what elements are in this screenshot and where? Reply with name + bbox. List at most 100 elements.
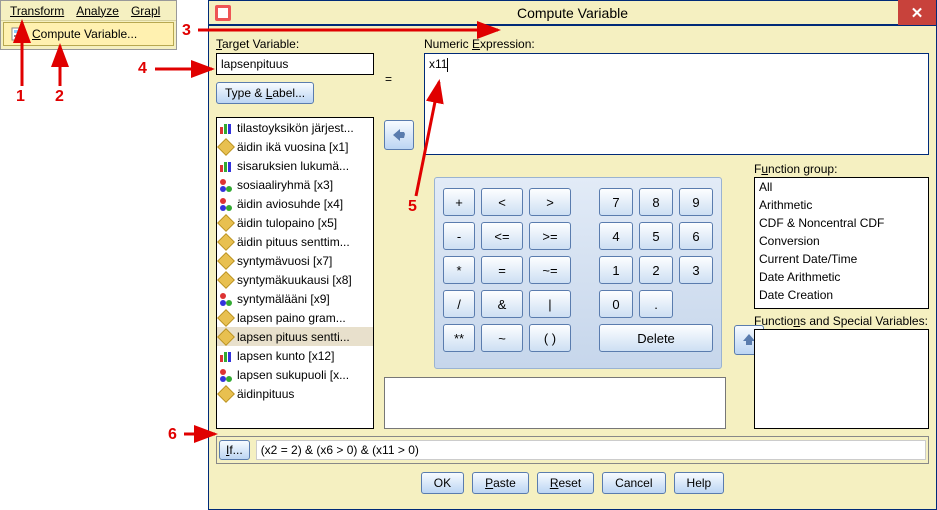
variable-label: sisaruksien lukumä...: [237, 159, 349, 173]
keypad--button[interactable]: |: [529, 290, 571, 318]
keypad-8-button[interactable]: 8: [639, 188, 673, 216]
keypad--button[interactable]: /: [443, 290, 475, 318]
keypad-6-button[interactable]: 6: [679, 222, 713, 250]
functions-special-list[interactable]: [754, 329, 929, 429]
keypad-panel: +<>789 -<=>= 456 *=~= 123 /&| 0. **~( ) Delete: [434, 177, 722, 369]
variable-item[interactable]: äidin pituus senttim...: [217, 232, 373, 251]
variable-item[interactable]: lapsen kunto [x12]: [217, 346, 373, 365]
variable-label: lapsen paino gram...: [237, 311, 346, 325]
menu-analyze[interactable]: Analyze: [70, 2, 125, 20]
keypad-9-button[interactable]: 9: [679, 188, 713, 216]
ok-button[interactable]: OK: [421, 472, 464, 494]
function-group-item[interactable]: CDF & Noncentral CDF: [755, 214, 928, 232]
function-group-item[interactable]: Date Creation: [755, 286, 928, 304]
ruler-icon: [217, 271, 235, 289]
keypad--button[interactable]: <=: [481, 222, 523, 250]
ruler-icon: [217, 385, 235, 403]
annotation-6: 6: [168, 426, 177, 444]
function-group-list[interactable]: AllArithmeticCDF & Noncentral CDFConvers…: [754, 177, 929, 309]
variable-item[interactable]: sosiaaliryhmä [x3]: [217, 175, 373, 194]
annotation-3: 3: [182, 22, 191, 40]
variable-item[interactable]: äidin tulopaino [x5]: [217, 213, 373, 232]
variable-item[interactable]: sisaruksien lukumä...: [217, 156, 373, 175]
menu-transform[interactable]: Transform: [4, 2, 70, 20]
move-variable-button[interactable]: [384, 120, 414, 150]
bars-icon: [219, 349, 233, 363]
dialog-icon: [215, 5, 231, 21]
functions-special-label: Functions and Special Variables:: [754, 314, 929, 328]
main-menu-fragment: Transform Analyze Grapl Compute Variable…: [0, 0, 177, 50]
variable-item[interactable]: syntymäkuukausi [x8]: [217, 270, 373, 289]
paste-button[interactable]: Paste: [472, 472, 529, 494]
variable-label: lapsen kunto [x12]: [237, 349, 334, 363]
help-button[interactable]: Help: [674, 472, 725, 494]
variable-item[interactable]: lapsen sukupuoli [x...: [217, 365, 373, 384]
variable-item[interactable]: tilastoyksikön järjest...: [217, 118, 373, 137]
menu-bar: Transform Analyze Grapl: [1, 1, 176, 21]
function-group-item[interactable]: Conversion: [755, 232, 928, 250]
keypad-0-button[interactable]: 0: [599, 290, 633, 318]
if-condition-display: (x2 = 2) & (x6 > 0) & (x11 > 0): [256, 440, 926, 460]
if-button[interactable]: If...: [219, 440, 250, 460]
dialog-buttons: OK Paste Reset Cancel Help: [216, 472, 929, 498]
variable-list[interactable]: tilastoyksikön järjest...äidin ikä vuosi…: [216, 117, 374, 429]
keypad-4-button[interactable]: 4: [599, 222, 633, 250]
ruler-icon: [217, 328, 235, 346]
ruler-icon: [217, 138, 235, 156]
cancel-button[interactable]: Cancel: [602, 472, 665, 494]
variable-item[interactable]: syntymävuosi [x7]: [217, 251, 373, 270]
numeric-expression-input[interactable]: x11: [424, 53, 929, 155]
reset-button[interactable]: Reset: [537, 472, 594, 494]
function-group-item[interactable]: Date Arithmetic: [755, 268, 928, 286]
menu-graphs[interactable]: Grapl: [125, 2, 166, 20]
keypad-1-button[interactable]: 1: [599, 256, 633, 284]
keypad-5-button[interactable]: 5: [639, 222, 673, 250]
keypad--button[interactable]: &: [481, 290, 523, 318]
balls-icon: [219, 368, 233, 382]
keypad--button[interactable]: -: [443, 222, 475, 250]
submenu-compute-variable[interactable]: Compute Variable...: [3, 22, 174, 46]
target-variable-input[interactable]: [216, 53, 374, 75]
keypad--button[interactable]: >: [529, 188, 571, 216]
variable-item[interactable]: äidin aviosuhde [x4]: [217, 194, 373, 213]
title-bar: Compute Variable ✕: [209, 1, 936, 26]
keypad-dot-button[interactable]: .: [639, 290, 673, 318]
ruler-icon: [217, 252, 235, 270]
bars-icon: [219, 121, 233, 135]
function-group-item[interactable]: Arithmetic: [755, 196, 928, 214]
compute-icon: [10, 26, 26, 42]
keypad-delete-button[interactable]: Delete: [599, 324, 713, 352]
close-button[interactable]: ✕: [898, 0, 936, 25]
type-label-button[interactable]: Type & Label...: [216, 82, 314, 104]
annotation-1: 1: [16, 88, 25, 106]
if-condition-section: If... (x2 = 2) & (x6 > 0) & (x11 > 0): [216, 436, 929, 464]
variable-item[interactable]: äidin ikä vuosina [x1]: [217, 137, 373, 156]
keypad--button[interactable]: ~: [481, 324, 523, 352]
bars-icon: [219, 159, 233, 173]
keypad--button[interactable]: +: [443, 188, 475, 216]
ruler-icon: [217, 233, 235, 251]
function-group-item[interactable]: Current Date/Time: [755, 250, 928, 268]
keypad-2-button[interactable]: 2: [639, 256, 673, 284]
dialog-title: Compute Variable: [517, 5, 628, 21]
balls-icon: [219, 178, 233, 192]
keypad-3-button[interactable]: 3: [679, 256, 713, 284]
keypad--button[interactable]: *: [443, 256, 475, 284]
variable-label: syntymävuosi [x7]: [237, 254, 332, 268]
keypad-7-button[interactable]: 7: [599, 188, 633, 216]
keypad--button[interactable]: =: [481, 256, 523, 284]
variable-item[interactable]: syntymälääni [x9]: [217, 289, 373, 308]
ruler-icon: [217, 309, 235, 327]
variable-item[interactable]: lapsen paino gram...: [217, 308, 373, 327]
variable-item[interactable]: lapsen pituus sentti...: [217, 327, 373, 346]
variable-item[interactable]: äidinpituus: [217, 384, 373, 403]
function-group-item[interactable]: All: [755, 178, 928, 196]
variable-label: syntymäkuukausi [x8]: [237, 273, 352, 287]
keypad--button[interactable]: ( ): [529, 324, 571, 352]
keypad--button[interactable]: **: [443, 324, 475, 352]
keypad--button[interactable]: >=: [529, 222, 571, 250]
keypad--button[interactable]: ~=: [529, 256, 571, 284]
variable-label: äidin pituus senttim...: [237, 235, 350, 249]
variable-label: lapsen pituus sentti...: [237, 330, 350, 344]
keypad--button[interactable]: <: [481, 188, 523, 216]
